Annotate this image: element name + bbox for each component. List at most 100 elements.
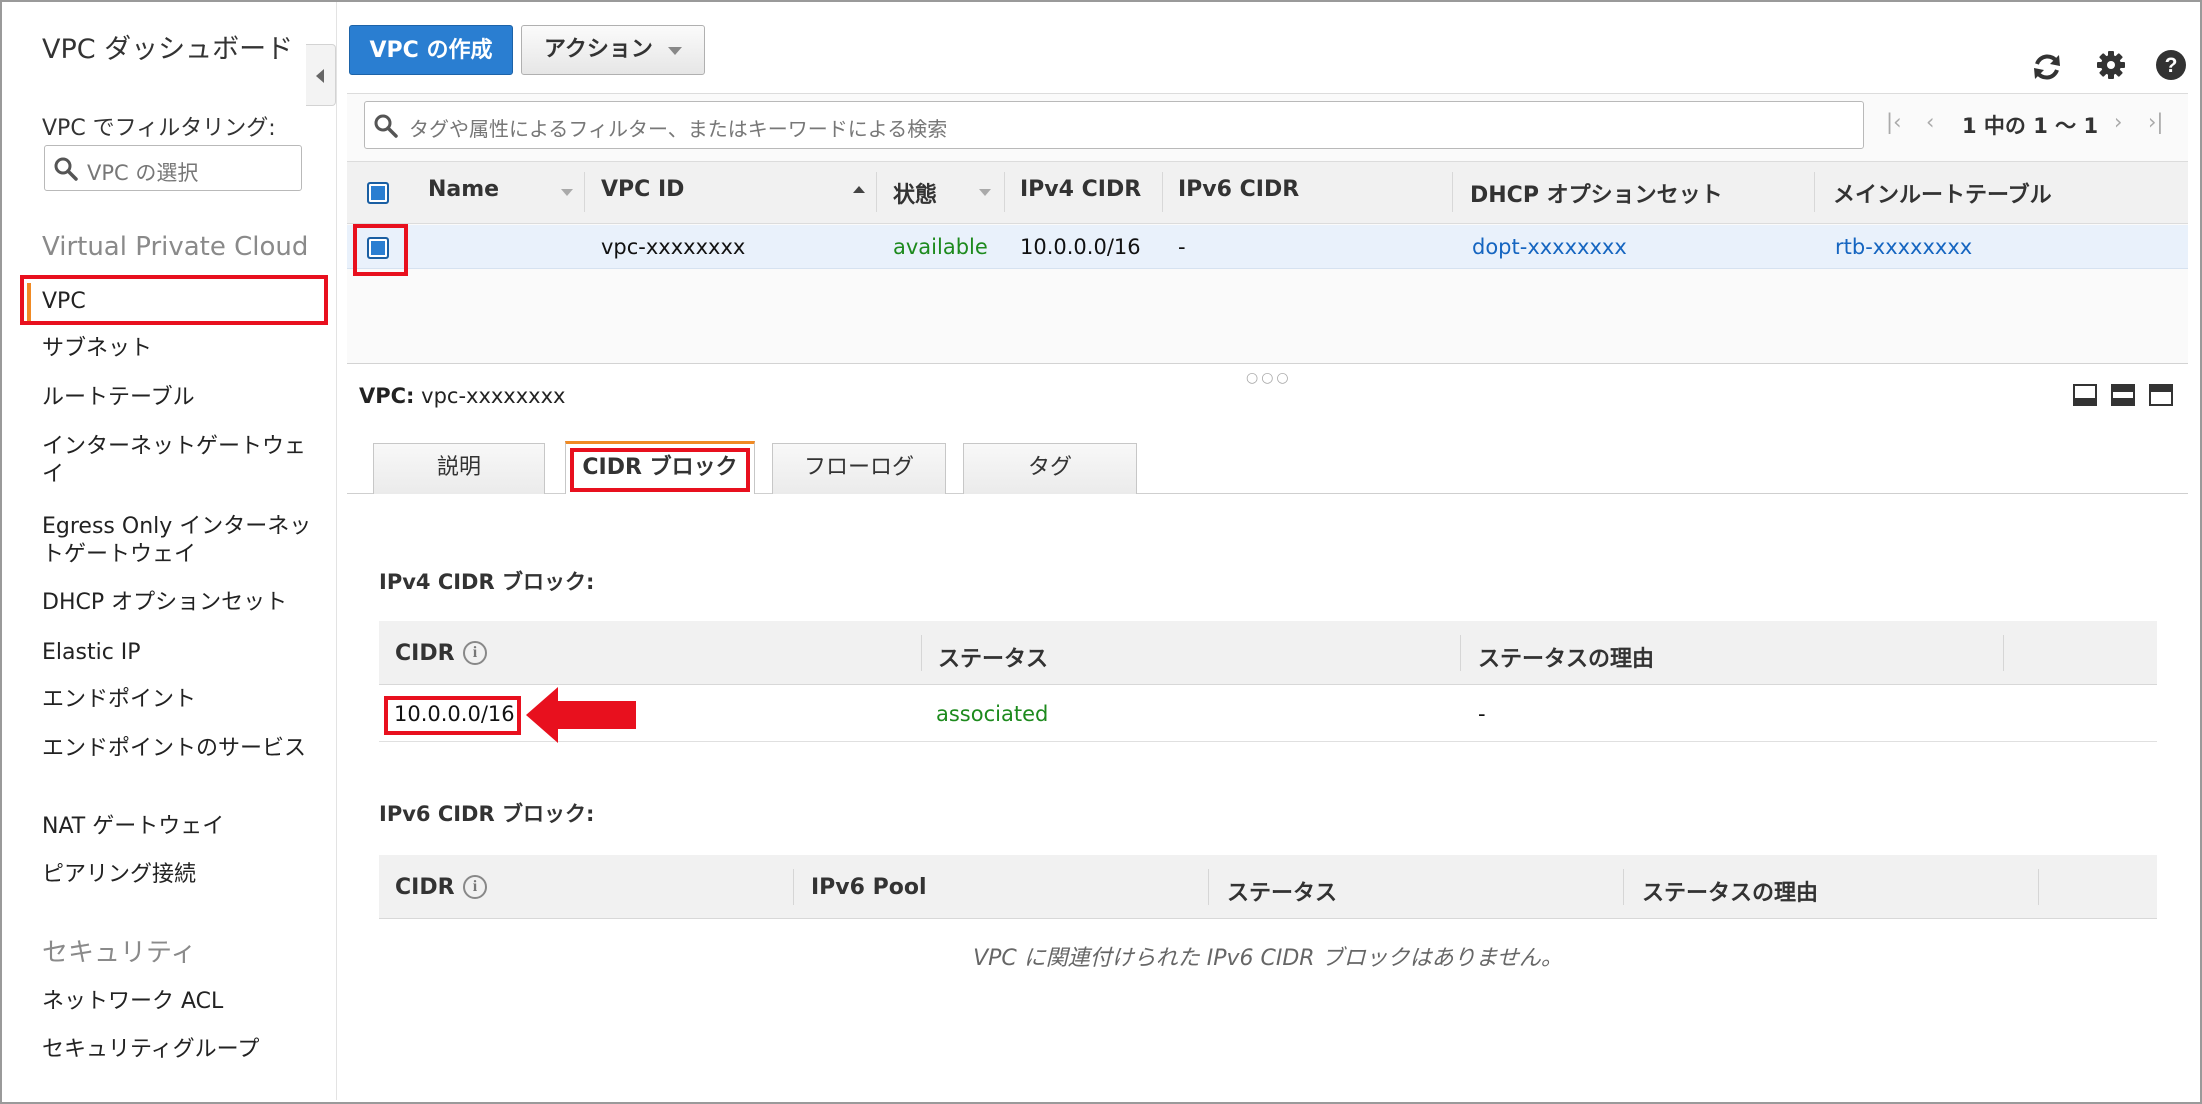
ipv6-header-reason: ステータスの理由 [1642,881,1819,906]
cell-ipv4-cidr: 10.0.0.0/16 [1020,235,1141,259]
ipv4-header-reason: ステータスの理由 [1478,647,1655,672]
actions-button-label: アクション [544,37,653,62]
ipv4-header-cidr: CIDR [395,641,455,666]
sidebar-item-security-groups[interactable]: セキュリティグループ [42,1036,312,1064]
ipv6-header-status: ステータス [1227,881,1338,906]
sidebar-item-route-tables[interactable]: ルートテーブル [42,384,312,412]
sidebar-item-nat-gateways[interactable]: NAT ゲートウェイ [42,813,312,841]
tab-description[interactable]: 説明 [373,443,545,494]
ipv6-header-pool: IPv6 Pool [811,875,927,900]
column-header-dhcp[interactable]: DHCP オプションセット [1470,177,1723,209]
ipv4-table-header [379,621,2157,685]
sidebar-item-internet-gateways[interactable]: インターネットゲートウェイ [42,433,312,489]
column-separator [1814,172,1815,212]
column-separator [2003,635,2004,671]
ipv4-header-status: ステータス [938,647,1049,672]
search-placeholder: タグや属性によるフィルター、またはキーワードによる検索 [409,117,948,141]
pager-text: 1 中の 1 〜 1 [1962,114,2099,138]
refresh-icon[interactable] [2030,50,2064,84]
create-vpc-button[interactable]: VPC の作成 [349,25,513,75]
tab-flow-logs-label: フローログ [803,455,914,480]
info-icon[interactable]: i [463,875,487,899]
pane-top-icon[interactable] [2149,384,2173,406]
highlight-box-vpc [20,275,328,325]
highlight-box-row-checkbox [353,224,408,276]
column-separator [1460,635,1461,671]
sort-caret-icon[interactable] [561,189,573,196]
tab-tags-label: タグ [1027,455,1072,480]
pane-divider[interactable] [347,363,2188,364]
resize-grip-icon[interactable]: ○○○ [1246,370,1292,386]
column-header-ipv4-cidr[interactable]: IPv4 CIDR [1020,177,1141,202]
collapse-icon[interactable] [306,44,336,106]
cell-vpc-id: vpc-xxxxxxxx [601,235,746,259]
ipv4-cell-status: associated [936,702,1049,726]
tab-description-label: 説明 [436,455,481,480]
column-header-state[interactable]: 状態 [893,177,937,209]
detail-vpc-id: vpc-xxxxxxxx [421,384,566,408]
last-page-icon[interactable]: ›| [2148,110,2163,134]
ipv6-section-title: IPv6 CIDR ブロック: [379,802,595,826]
sidebar-item-subnets[interactable]: サブネット [42,335,312,363]
search-icon [374,114,398,138]
cell-ipv6-cidr: - [1178,235,1186,259]
sidebar: VPC ダッシュボード VPC でフィルタリング: VPC の選択 Virtua… [2,2,337,1100]
sidebar-item-peering[interactable]: ピアリング接続 [42,861,312,889]
column-header-name[interactable]: Name [428,177,499,202]
select-all-checkbox[interactable] [367,182,389,204]
ipv6-empty-message: VPC に関連付けられた IPv6 CIDR ブロックはありません。 [973,946,1563,971]
detail-title: VPC: vpc-xxxxxxxx [359,384,565,408]
sidebar-item-network-acl[interactable]: ネットワーク ACL [42,988,312,1016]
column-separator [1452,172,1453,212]
column-header-ipv6-cidr[interactable]: IPv6 CIDR [1178,177,1299,202]
cell-state: available [893,235,988,259]
column-separator [1162,172,1163,212]
column-separator [876,172,877,212]
sort-caret-icon[interactable] [979,189,991,196]
column-separator [2038,869,2039,905]
prev-page-icon[interactable]: ‹ [1926,110,1934,134]
vpc-select-placeholder: VPC の選択 [87,161,199,185]
first-page-icon[interactable]: |‹ [1886,110,1901,134]
column-separator [921,635,922,671]
sidebar-title[interactable]: VPC ダッシュボード [42,32,312,68]
arrow-icon [526,687,636,743]
column-separator [1623,869,1624,905]
section-security-heading: セキュリティ [42,938,197,968]
column-header-main-route-table[interactable]: メインルートテーブル [1833,177,2052,209]
gear-icon[interactable] [2094,48,2128,82]
vpc-select[interactable]: VPC の選択 [44,145,302,191]
section-vpc-heading: Virtual Private Cloud [42,232,309,262]
sidebar-item-elastic-ip[interactable]: Elastic IP [42,639,312,667]
column-separator [1004,172,1005,212]
sort-ascending-icon[interactable] [853,186,865,193]
ipv4-cell-reason: - [1478,702,1486,726]
column-header-vpc-id[interactable]: VPC ID [601,177,684,202]
row-divider [379,741,2157,742]
column-separator [1208,869,1209,905]
help-icon[interactable]: ? [2154,48,2188,82]
search-input[interactable]: タグや属性によるフィルター、またはキーワードによる検索 [364,101,1864,149]
tab-tags[interactable]: タグ [963,443,1137,494]
svg-text:?: ? [2165,54,2178,77]
sidebar-item-endpoint-services[interactable]: エンドポイントのサービス [42,735,312,763]
info-icon[interactable]: i [463,641,487,665]
ipv4-section-title: IPv4 CIDR ブロック: [379,570,595,594]
highlight-box-cidr-tab [570,448,750,492]
sidebar-item-endpoints[interactable]: エンドポイント [42,686,312,714]
actions-button[interactable]: アクション [521,25,705,75]
sidebar-item-egress-only-igw[interactable]: Egress Only インターネットゲートウェイ [42,513,312,569]
detail-title-prefix: VPC: [359,384,415,408]
dhcp-options-link[interactable]: dopt-xxxxxxxx [1472,235,1627,259]
pane-bottom-icon[interactable] [2073,384,2097,406]
column-separator [793,869,794,905]
pane-split-icon[interactable] [2111,384,2135,406]
search-icon [54,157,78,181]
tab-flow-logs[interactable]: フローログ [772,443,946,494]
column-separator [584,172,585,212]
sidebar-item-dhcp-options[interactable]: DHCP オプションセット [42,589,312,617]
next-page-icon[interactable]: › [2114,110,2122,134]
chevron-down-icon [668,47,682,55]
ipv6-header-cidr: CIDR [395,875,455,900]
route-table-link[interactable]: rtb-xxxxxxxx [1835,235,1972,259]
